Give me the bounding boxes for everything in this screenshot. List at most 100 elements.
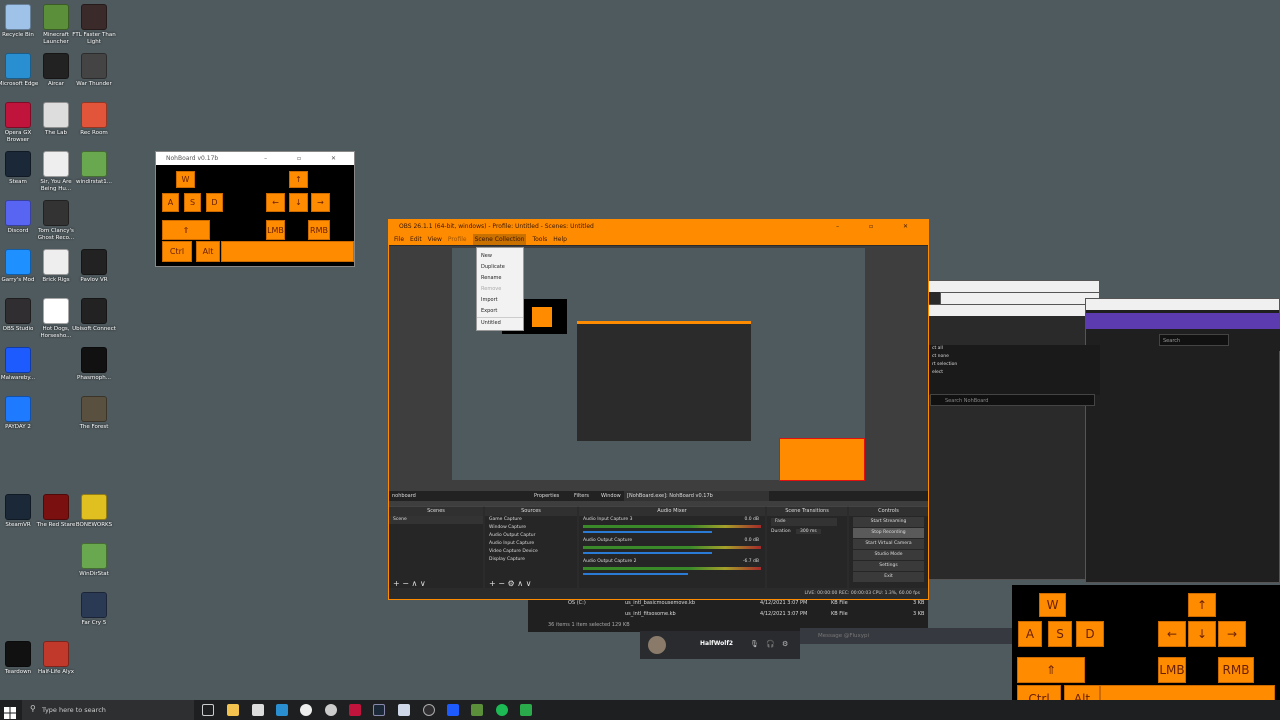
obs-title-bar[interactable]: OBS 26.1.1 (64-bit, windows) - Profile: … — [389, 220, 928, 234]
transition-select[interactable]: Fade — [771, 518, 837, 526]
nohboard-window[interactable]: NohBoard v0.17b – ▫ ✕ W A S D ↑ ← ↓ → ⇑ LMB RMB Ctr… — [155, 151, 355, 267]
panel-menu-item[interactable]: ct all — [928, 345, 1100, 353]
desktop-icon[interactable]: The Forest — [72, 396, 116, 431]
source-item[interactable]: Display Capture — [485, 556, 577, 564]
nohboard-title-bar[interactable]: NohBoard v0.17b – ▫ ✕ — [156, 152, 354, 165]
minecraft-icon[interactable] — [471, 704, 483, 716]
purple-title-bar — [1085, 313, 1280, 329]
filters-button[interactable]: Filters — [574, 491, 589, 501]
menu-profile[interactable]: Profile — [448, 234, 467, 245]
source-item[interactable]: Audio Output Captur — [485, 532, 577, 540]
obs-icon[interactable] — [423, 704, 435, 716]
menu-edit[interactable]: Edit — [410, 234, 422, 245]
search-input[interactable]: Search — [1159, 334, 1229, 346]
menu-item-rename[interactable]: Rename — [477, 273, 523, 284]
exit-button[interactable]: Exit — [853, 572, 924, 582]
mail-icon[interactable] — [276, 704, 288, 716]
file-name[interactable]: us_intl_fitsosome.kb — [625, 609, 676, 620]
menu-tools[interactable]: Tools — [532, 234, 547, 245]
spotify-icon[interactable] — [496, 704, 508, 716]
settings-button[interactable]: Settings — [853, 561, 924, 571]
desktop-icon[interactable]: FTL Faster Than Light — [72, 4, 116, 46]
panel-menu-item[interactable]: elect — [928, 369, 1100, 377]
desktop-icon[interactable]: WinDirStat — [72, 543, 116, 578]
desktop-icon[interactable]: Tom Clancy's Ghost Reco... — [34, 200, 78, 242]
taskbar-search-input[interactable]: Type here to search — [22, 700, 194, 720]
desktop-icon[interactable]: Ubisoft Connect — [72, 298, 116, 333]
task-view-icon[interactable] — [202, 704, 214, 716]
window-select[interactable]: [NohBoard.exe]: NohBoard v0.17b — [624, 491, 769, 501]
volume-slider[interactable] — [583, 552, 712, 554]
desktop-icon[interactable]: Malwareby... — [0, 347, 40, 382]
malwarebytes-icon[interactable] — [447, 704, 459, 716]
volume-meter — [583, 546, 761, 549]
menu-item-untitled[interactable]: Untitled — [477, 317, 523, 328]
desktop-icon[interactable]: Half-Life Alyx — [34, 641, 78, 676]
source-item[interactable]: Game Capture — [485, 516, 577, 524]
mic-icon[interactable]: 🎙 — [750, 640, 759, 648]
menu-view[interactable]: View — [428, 234, 442, 245]
panel-menu-item[interactable]: rt selection — [928, 361, 1100, 369]
properties-button[interactable]: Properties — [534, 491, 559, 501]
menu-item-export[interactable]: Export — [477, 306, 523, 317]
volume-slider[interactable] — [583, 531, 712, 533]
file-explorer-icon[interactable] — [227, 704, 239, 716]
obs-window[interactable]: OBS 26.1.1 (64-bit, windows) - Profile: … — [388, 219, 929, 600]
discord-message-input[interactable]: Message @Fluxypi — [800, 628, 1012, 644]
obs-preview[interactable] — [389, 246, 928, 507]
gear-icon[interactable]: ⚙ — [782, 640, 788, 648]
nohboard-icon[interactable] — [520, 704, 532, 716]
source-item[interactable]: Video Capture Device — [485, 548, 577, 556]
studio-mode-button[interactable]: Studio Mode — [853, 550, 924, 560]
source-item[interactable]: Audio Input Capture — [485, 540, 577, 548]
settings-gear-icon[interactable] — [325, 704, 337, 716]
menu-item-new[interactable]: New — [477, 251, 523, 262]
app-icon — [5, 641, 31, 667]
transitions-title: Scene Transitions — [767, 507, 847, 516]
desktop-icon[interactable]: windirstat1... — [72, 151, 116, 186]
menu-scene-collection[interactable]: Scene Collection — [472, 234, 527, 245]
desktop-icon[interactable]: Rec Room — [72, 102, 116, 137]
source-toolbar: nohboard Properties Filters Window [NohB… — [389, 491, 928, 501]
app-icon — [43, 494, 69, 520]
maps-icon[interactable] — [300, 704, 312, 716]
mixer-channel: Audio Input Capture 3 0.0 dB — [579, 516, 765, 533]
stop-recording-button[interactable]: Stop Recording — [853, 528, 924, 538]
panel-menu-item[interactable]: ct none — [928, 353, 1100, 361]
scene-item[interactable]: Scene — [389, 516, 483, 524]
window-controls[interactable]: – ▫ ✕ — [836, 220, 922, 234]
opera-icon[interactable] — [349, 704, 361, 716]
steam-icon[interactable] — [373, 704, 385, 716]
store-icon[interactable] — [252, 704, 264, 716]
sources-toolbar: + − ⚙ ∧ ∨ — [489, 580, 532, 588]
start-virtual-camera-button[interactable]: Start Virtual Camera — [853, 539, 924, 549]
desktop-icon[interactable]: Pavlov VR — [72, 249, 116, 284]
menu-item-import[interactable]: Import — [477, 295, 523, 306]
desktop-icon[interactable]: War Thunder — [72, 53, 116, 88]
desktop-icon-label: Tom Clancy's Ghost Reco... — [37, 228, 75, 241]
volume-slider[interactable] — [583, 573, 688, 575]
window-controls[interactable]: – ▫ ✕ — [264, 152, 350, 165]
avatar[interactable] — [648, 636, 666, 654]
windows-start-icon[interactable] — [4, 704, 16, 719]
headphones-icon[interactable]: 🎧 — [766, 640, 775, 648]
desktop-icon-label: Phasmoph... — [77, 375, 111, 381]
menu-file[interactable]: File — [394, 234, 404, 245]
desktop-icon-label: The Forest — [79, 424, 109, 430]
source-item[interactable]: Window Capture — [485, 524, 577, 532]
desktop-icon[interactable]: Far Cry 5 — [72, 592, 116, 627]
desktop-icon[interactable]: PAYDAY 2 — [0, 396, 40, 431]
app-icon — [81, 4, 107, 30]
duration-input[interactable]: 300 ms — [795, 529, 821, 534]
scenes-toolbar: + − ∧ ∨ — [393, 580, 426, 588]
start-streaming-button[interactable]: Start Streaming — [853, 517, 924, 527]
desktop-icon[interactable]: BONEWORKS — [72, 494, 116, 529]
preview-selected-source[interactable] — [779, 438, 865, 481]
key — [221, 241, 354, 262]
file-row[interactable]: us_intl_fitsosome.kb 4/12/2021 3:07 PM K… — [528, 609, 928, 620]
chat-icon[interactable] — [398, 704, 410, 716]
menu-item-duplicate[interactable]: Duplicate — [477, 262, 523, 273]
search-nohboard-input[interactable]: Search NohBoard — [930, 394, 1095, 406]
menu-help[interactable]: Help — [553, 234, 567, 245]
desktop-icon[interactable]: Phasmoph... — [72, 347, 116, 382]
